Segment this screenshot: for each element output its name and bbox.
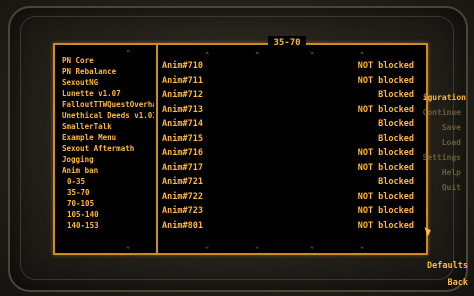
right-scroll-down-icon-4[interactable]: ⌄ (360, 243, 364, 250)
mod-list-item[interactable]: Example Menu (62, 132, 154, 143)
mod-list-item[interactable]: Unethical Deeds v1.01 (62, 110, 154, 121)
mod-list-item[interactable]: Anim ban (62, 165, 154, 176)
mod-list-item[interactable]: PN Core (62, 55, 154, 66)
right-scroll-down-icon-3[interactable]: ⌄ (310, 243, 314, 250)
mod-list: PN Core PN Rebalance SexoutNG Lunette v1.07… (62, 55, 154, 231)
back-button[interactable]: Back (448, 278, 468, 288)
pause-menu-item[interactable]: Load (422, 135, 474, 150)
setting-status-value[interactable]: NOT blocked (358, 61, 414, 71)
mod-list-item[interactable]: Sexout Aftermath (62, 143, 154, 154)
setting-status-value[interactable]: NOT blocked (358, 192, 414, 202)
setting-status-value[interactable]: Blocked (378, 119, 414, 129)
setting-row[interactable]: Anim#712 Blocked (162, 89, 414, 104)
pause-menu-item[interactable]: iguration (422, 90, 474, 105)
mod-list-item[interactable]: 70-105 (62, 198, 154, 209)
mod-list-item[interactable]: 105-140 (62, 209, 154, 220)
right-scroll-down-icon[interactable]: ⌄ (205, 243, 209, 250)
setting-status-value[interactable]: NOT blocked (358, 105, 414, 115)
setting-name: Anim#710 (162, 61, 203, 71)
setting-name: Anim#801 (162, 220, 203, 231)
setting-name: Anim#713 (162, 104, 203, 115)
mod-list-item[interactable]: 140-153 (62, 220, 154, 231)
setting-row[interactable]: Anim#715 Blocked (162, 133, 414, 148)
left-scroll-down-icon[interactable]: ⌄ (126, 243, 130, 250)
mod-list-item[interactable]: SmallerTalk (62, 121, 154, 132)
defaults-button[interactable]: Defaults (427, 261, 468, 271)
setting-row[interactable]: Anim#713 NOT blocked (162, 104, 414, 119)
setting-name: Anim#716 (162, 148, 203, 158)
setting-row[interactable]: Anim#717 NOT blocked (162, 162, 414, 177)
setting-status-value[interactable]: NOT blocked (358, 206, 414, 216)
settings-list: Anim#710 NOT blocked Anim#711 NOT blocked An… (162, 60, 414, 234)
mod-list-item[interactable]: 0-35 (62, 176, 154, 187)
setting-row[interactable]: Anim#710 NOT blocked (162, 60, 414, 75)
right-scroll-up-icon-2[interactable]: ⌃ (255, 52, 259, 59)
setting-name: Anim#715 (162, 133, 203, 144)
mod-list-item[interactable]: Jogging (62, 154, 154, 165)
pause-menu-item[interactable]: Save (422, 120, 474, 135)
mod-list-item[interactable]: PN Rebalance (62, 66, 154, 77)
pause-menu-item[interactable]: Quit (422, 180, 474, 195)
right-scroll-down-icon-2[interactable]: ⌄ (255, 243, 259, 250)
mod-list-item[interactable]: SexoutNG (62, 77, 154, 88)
right-scroll-up-icon-4[interactable]: ⌃ (360, 52, 364, 59)
panel-divider (156, 45, 158, 253)
page-title: 35-70 (268, 36, 306, 50)
pause-menu-item[interactable]: Continue (422, 105, 474, 120)
setting-row[interactable]: Anim#711 NOT blocked (162, 75, 414, 90)
setting-status-value[interactable]: NOT blocked (358, 163, 414, 173)
setting-name: Anim#722 (162, 191, 203, 202)
setting-row[interactable]: Anim#723 NOT blocked (162, 205, 414, 220)
mod-list-item[interactable]: FalloutTTWQuestOverhaul (62, 99, 154, 110)
setting-status-value[interactable]: NOT blocked (358, 148, 414, 158)
setting-row[interactable]: Anim#716 NOT blocked (162, 147, 414, 162)
setting-status-value[interactable]: Blocked (378, 134, 414, 144)
setting-row[interactable]: Anim#721 Blocked (162, 176, 414, 191)
pause-menu-item[interactable]: Help (422, 165, 474, 180)
setting-name: Anim#712 (162, 90, 203, 100)
left-scroll-up-icon[interactable]: ⌃ (126, 50, 130, 57)
mod-list-item[interactable]: 35-70 (62, 187, 154, 198)
mcm-panel: PN Core PN Rebalance SexoutNG Lunette v1.07… (53, 43, 428, 255)
setting-status-value[interactable]: Blocked (378, 90, 414, 100)
setting-name: Anim#711 (162, 75, 203, 86)
setting-row[interactable]: Anim#722 NOT blocked (162, 191, 414, 206)
pause-menu-item[interactable]: Settings (422, 150, 474, 165)
setting-name: Anim#714 (162, 119, 203, 129)
setting-status-value[interactable]: Blocked (378, 177, 414, 187)
setting-name: Anim#723 (162, 206, 203, 216)
right-scroll-up-icon[interactable]: ⌃ (205, 52, 209, 59)
setting-row[interactable]: Anim#801 NOT blocked (162, 220, 414, 235)
setting-name: Anim#721 (162, 177, 203, 187)
right-scroll-up-icon-3[interactable]: ⌃ (310, 52, 314, 59)
setting-row[interactable]: Anim#714 Blocked (162, 118, 414, 133)
setting-status-value[interactable]: NOT blocked (358, 76, 414, 86)
setting-status-value[interactable]: NOT blocked (358, 221, 414, 231)
mod-list-item[interactable]: Lunette v1.07 (62, 88, 154, 99)
pause-menu: iguration Continue Save Load Settings Help Qui… (422, 90, 474, 195)
setting-name: Anim#717 (162, 162, 203, 173)
